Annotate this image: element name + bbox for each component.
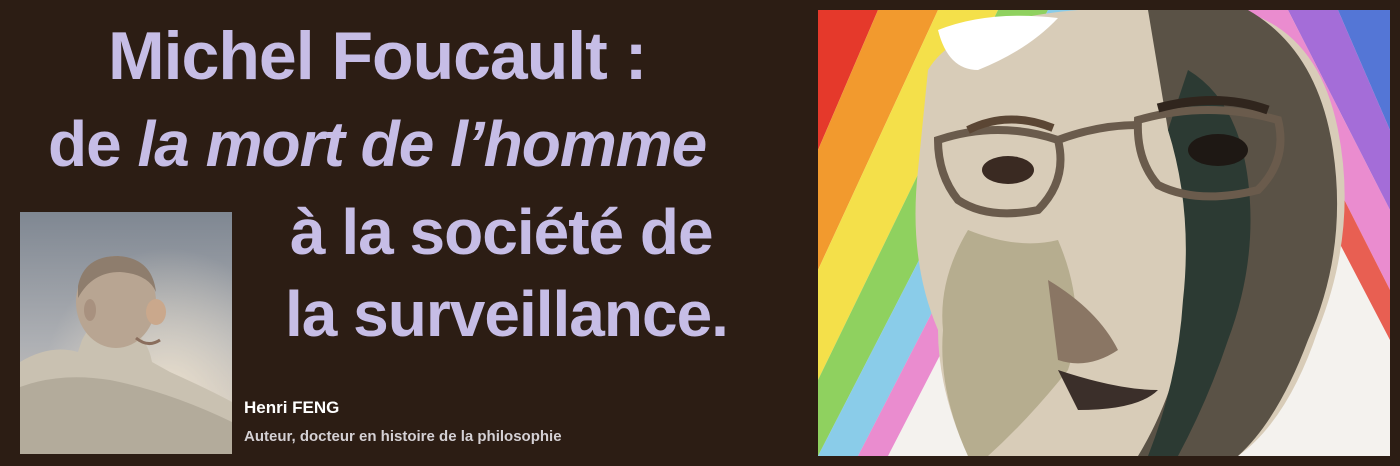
author-photo [20, 212, 232, 454]
title-line-2: de la mort de l’homme [48, 112, 707, 176]
title-line-2-prefix: de [48, 108, 138, 180]
author-name: Henri FENG [244, 398, 340, 417]
author-title: Auteur, docteur en histoire de la philos… [244, 428, 562, 445]
title-line-3: à la société de [290, 196, 714, 268]
title-line-2-italic: la mort de l’homme [137, 108, 707, 180]
title-line-1: Michel Foucault : [108, 18, 647, 94]
foucault-portrait [818, 10, 1390, 456]
banner: Michel Foucault : de la mort de l’homme … [0, 0, 1400, 466]
title-line-4: la surveillance. [285, 278, 729, 350]
